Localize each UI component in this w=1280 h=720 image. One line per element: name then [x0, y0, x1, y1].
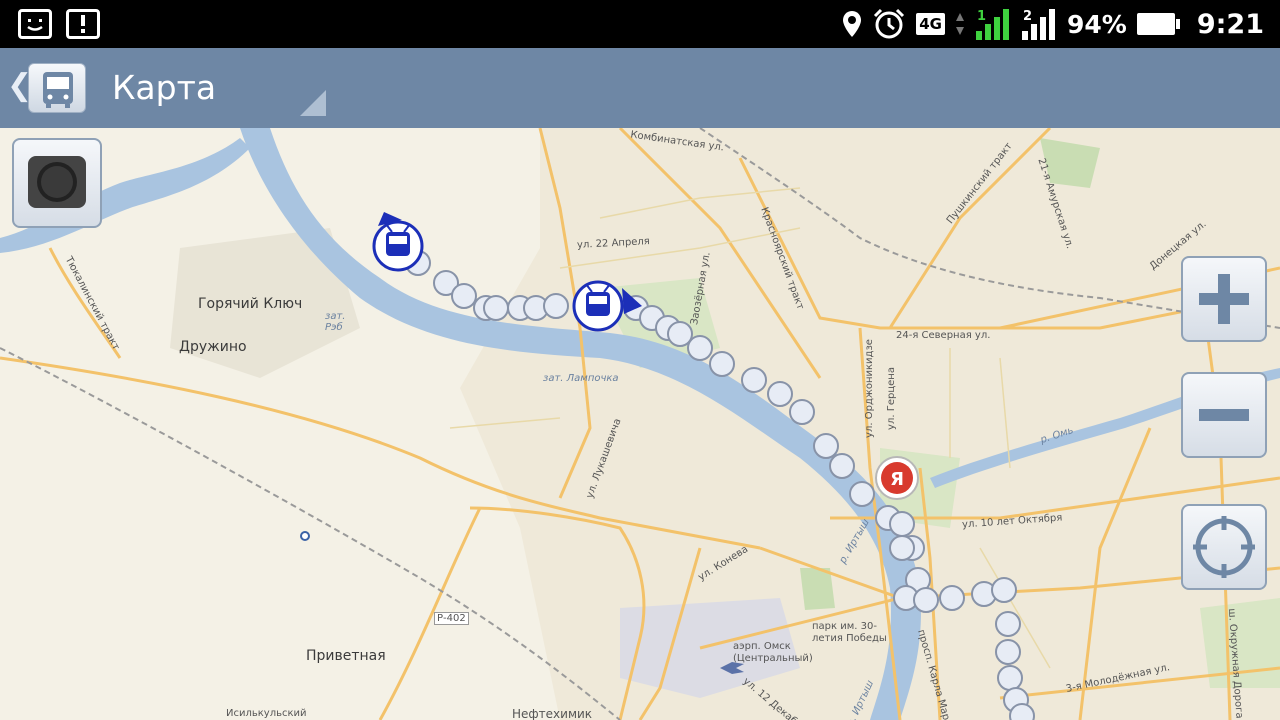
place-label: Нефтехимик: [512, 707, 593, 720]
title-dropdown-indicator[interactable]: [300, 90, 326, 116]
network-type-badge: 4G: [916, 13, 945, 35]
map-pin-marker[interactable]: Я: [875, 456, 919, 500]
point-icon: [300, 531, 310, 541]
route-number-label: Р-402: [434, 612, 469, 625]
clock: 9:21: [1196, 8, 1264, 40]
minus-icon: [1199, 409, 1249, 421]
system-icons: 4G 1 2 94% 9:21: [842, 6, 1264, 42]
street-label: ул. Орджоникидзе: [863, 339, 875, 438]
locate-me-button[interactable]: [1181, 504, 1267, 590]
street-label: парк им. 30-летия Победы: [812, 621, 887, 644]
battery-percent: 94%: [1066, 9, 1127, 39]
sim2-label: 2: [1023, 9, 1032, 24]
zoom-out-button[interactable]: [1181, 372, 1267, 458]
place-label: Горячий Ключ: [198, 296, 303, 312]
page-title: Карта: [112, 68, 217, 107]
battery-icon: [1136, 13, 1180, 35]
place-label: Дружино: [179, 339, 247, 355]
status-bar: 4G 1 2 94% 9:21: [0, 0, 1280, 48]
water-label: зат. Лампочка: [543, 373, 619, 384]
street-label: Исилькульский: [226, 708, 307, 719]
app-bar: ❮ Карта: [0, 48, 1280, 128]
bus-icon[interactable]: [28, 63, 86, 113]
signal-sim2-icon: 2: [1021, 9, 1055, 40]
screen: 4G 1 2 94% 9:21 ❮ Карта Я Горячий Ключ Д…: [0, 0, 1280, 720]
street-label: ул. Герцена: [885, 367, 897, 430]
traffic-button[interactable]: [12, 138, 102, 228]
signal-sim1-icon: 1: [975, 9, 1009, 40]
notification-app-icon: [18, 9, 52, 39]
plus-icon: [1199, 274, 1249, 324]
notification-icons: [18, 9, 100, 39]
map-view[interactable]: Я Горячий Ключ Дружино Приветная Нефтехи…: [0, 128, 1280, 720]
map-canvas: Я: [0, 128, 1280, 720]
place-label: Приветная: [306, 648, 386, 664]
alarm-icon: [874, 8, 905, 39]
sim1-label: 1: [977, 9, 986, 24]
water-label: зат. Рэб: [325, 311, 346, 333]
crosshair-icon: [1193, 516, 1255, 578]
alert-icon: [66, 9, 100, 39]
street-label: аэрп. Омск (Центральный): [733, 641, 813, 664]
street-label: 24-я Северная ул.: [896, 330, 991, 341]
data-arrows-icon: [955, 13, 964, 35]
zoom-in-button[interactable]: [1181, 256, 1267, 342]
pin-letter: Я: [890, 469, 904, 490]
location-icon: [843, 11, 862, 37]
traffic-light-icon: [28, 156, 86, 208]
